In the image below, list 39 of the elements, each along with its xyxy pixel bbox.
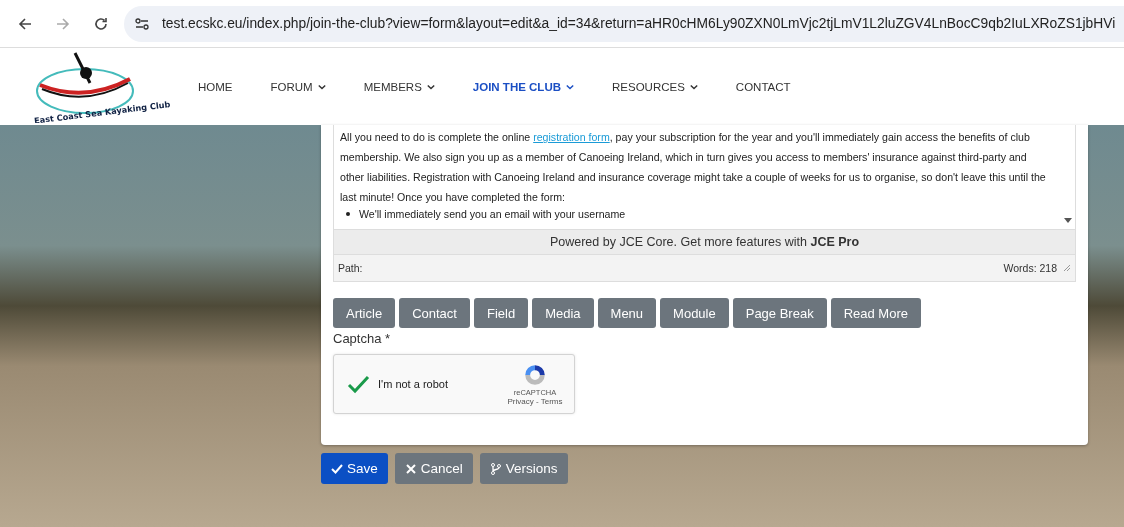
insert-button[interactable]: Media xyxy=(532,298,594,328)
reload-icon[interactable] xyxy=(93,15,109,32)
bullet-item: We'll immediately send you an email with your username xyxy=(359,207,626,221)
terms-link[interactable]: Terms xyxy=(540,397,563,406)
captcha-text: I'm not a robot xyxy=(378,378,449,390)
close-icon xyxy=(404,462,417,475)
insert-button[interactable]: Module xyxy=(660,298,729,328)
recaptcha-logo-icon xyxy=(522,362,548,388)
nav-link[interactable]: FORUM xyxy=(270,80,326,93)
insert-button[interactable]: Field xyxy=(473,298,529,328)
paragraph: All you need to do is complete the online registration form, pay your subscription for the year and you'll immediately gain access the benefits of club membership. We also sign you up as a member of Canoeing Ireland, which in turn gives you access to members' insurance against third-party and other liabilities. Registration with Canoeing Ireland and insurance coverage might take a couple of weeks for us to organise, so don't leave this until the last minute! Once you have completed the form: xyxy=(340,130,1047,205)
word-count: Words: 218 xyxy=(1003,262,1057,274)
bullet-icon xyxy=(346,212,350,216)
insert-button[interactable]: Contact xyxy=(399,298,470,328)
resize-handle-icon[interactable] xyxy=(1063,264,1071,272)
back-icon[interactable] xyxy=(17,15,33,32)
kayak-club-logo[interactable]: East Coast Sea Kayaking Club xyxy=(30,42,180,123)
action-button[interactable]: Save xyxy=(321,453,388,484)
insert-button[interactable]: Read More xyxy=(830,298,921,328)
path-label: Path: xyxy=(338,262,363,274)
site-info-icon[interactable] xyxy=(134,15,150,32)
nav-link[interactable]: RESOURCES xyxy=(612,80,698,93)
nav-link[interactable]: MEMBERS xyxy=(363,80,435,93)
action-button[interactable]: Versions xyxy=(479,453,568,484)
separator: - xyxy=(535,397,539,406)
powered-by-text: Powered by JCE Core. Get more features with JCE Pro xyxy=(333,230,1076,255)
captcha-label: Captcha * xyxy=(333,331,392,346)
action-button[interactable]: Cancel xyxy=(394,453,473,484)
branch-icon xyxy=(489,462,502,475)
privacy-link[interactable]: Privacy xyxy=(507,397,534,406)
scroll-down-icon[interactable] xyxy=(1064,218,1072,223)
nav-link[interactable]: HOME xyxy=(198,80,233,93)
nav-link[interactable]: CONTACT xyxy=(735,80,791,93)
address-bar[interactable]: test.ecskc.eu/index.php/join-the-club?view=form&layout=edit&a_id=34&return=aHR0cHM6Ly90ZXN0LmVjc2tjLmV1L2luZGV4LnBocC9qb2IuLXRoZS1jbHVi xyxy=(124,5,1124,42)
insert-button[interactable]: Page Break xyxy=(732,298,827,328)
insert-button[interactable]: Article xyxy=(333,298,396,328)
nav-link[interactable]: JOIN THE CLUB xyxy=(472,80,574,93)
check-icon xyxy=(331,462,343,475)
insert-button[interactable]: Menu xyxy=(597,298,657,328)
